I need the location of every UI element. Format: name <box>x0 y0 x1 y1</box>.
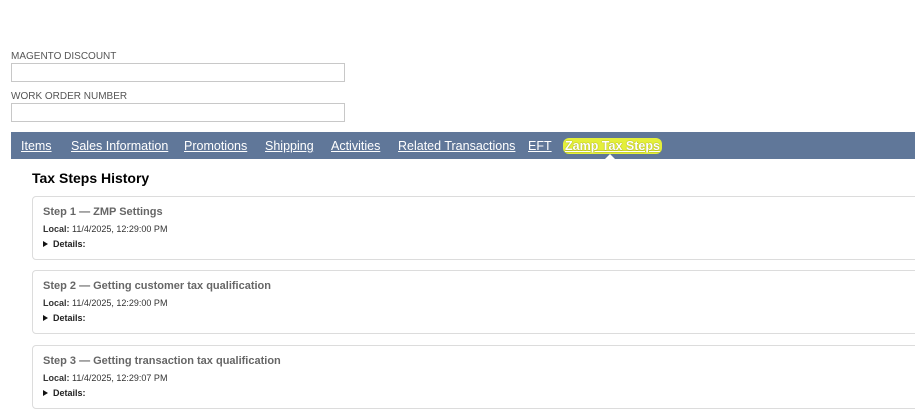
tab-shipping[interactable]: Shipping <box>265 132 314 159</box>
details-toggle[interactable]: Details: <box>43 313 86 323</box>
local-value: 11/4/2025, 12:29:07 PM <box>72 373 168 383</box>
caret-right-icon <box>43 389 48 396</box>
tab-sales-information[interactable]: Sales Information <box>71 132 168 159</box>
tab-related-transactions[interactable]: Related Transactions <box>398 132 515 159</box>
tab-items[interactable]: Items <box>21 132 52 159</box>
magento-discount-field[interactable] <box>11 63 345 82</box>
local-label: Local: <box>43 224 70 234</box>
tab-zamp-tax-steps-label: Zamp Tax Steps <box>563 138 662 154</box>
caret-right-icon <box>43 240 48 247</box>
magento-discount-label: MAGENTO DISCOUNT <box>11 51 117 62</box>
step-title: Step 2 — Getting customer tax qualificat… <box>43 280 271 292</box>
tab-activities[interactable]: Activities <box>331 132 380 159</box>
local-label: Local: <box>43 373 70 383</box>
details-toggle[interactable]: Details: <box>43 388 86 398</box>
step-card: Step 1 — ZMP Settings Local: 11/4/2025, … <box>32 196 915 260</box>
step-local-time: Local: 11/4/2025, 12:29:07 PM <box>43 373 167 383</box>
section-title: Tax Steps History <box>32 170 150 186</box>
local-value: 11/4/2025, 12:29:00 PM <box>72 224 168 234</box>
caret-up-icon <box>604 154 616 160</box>
details-label: Details: <box>53 313 86 323</box>
details-label: Details: <box>53 239 86 249</box>
details-toggle[interactable]: Details: <box>43 239 86 249</box>
local-value: 11/4/2025, 12:29:00 PM <box>72 298 168 308</box>
work-order-number-field[interactable] <box>11 103 345 122</box>
step-title: Step 3 — Getting transaction tax qualifi… <box>43 355 281 367</box>
step-card: Step 3 — Getting transaction tax qualifi… <box>32 345 915 409</box>
tab-eft[interactable]: EFT <box>528 132 552 159</box>
caret-right-icon <box>43 314 48 321</box>
step-title: Step 1 — ZMP Settings <box>43 206 163 218</box>
details-label: Details: <box>53 388 86 398</box>
tab-promotions[interactable]: Promotions <box>184 132 247 159</box>
local-label: Local: <box>43 298 70 308</box>
step-local-time: Local: 11/4/2025, 12:29:00 PM <box>43 298 167 308</box>
work-order-number-label: WORK ORDER NUMBER <box>11 91 128 102</box>
step-local-time: Local: 11/4/2025, 12:29:00 PM <box>43 224 167 234</box>
step-card: Step 2 — Getting customer tax qualificat… <box>32 270 915 334</box>
subtab-bar: Items Sales Information Promotions Shipp… <box>11 132 915 159</box>
